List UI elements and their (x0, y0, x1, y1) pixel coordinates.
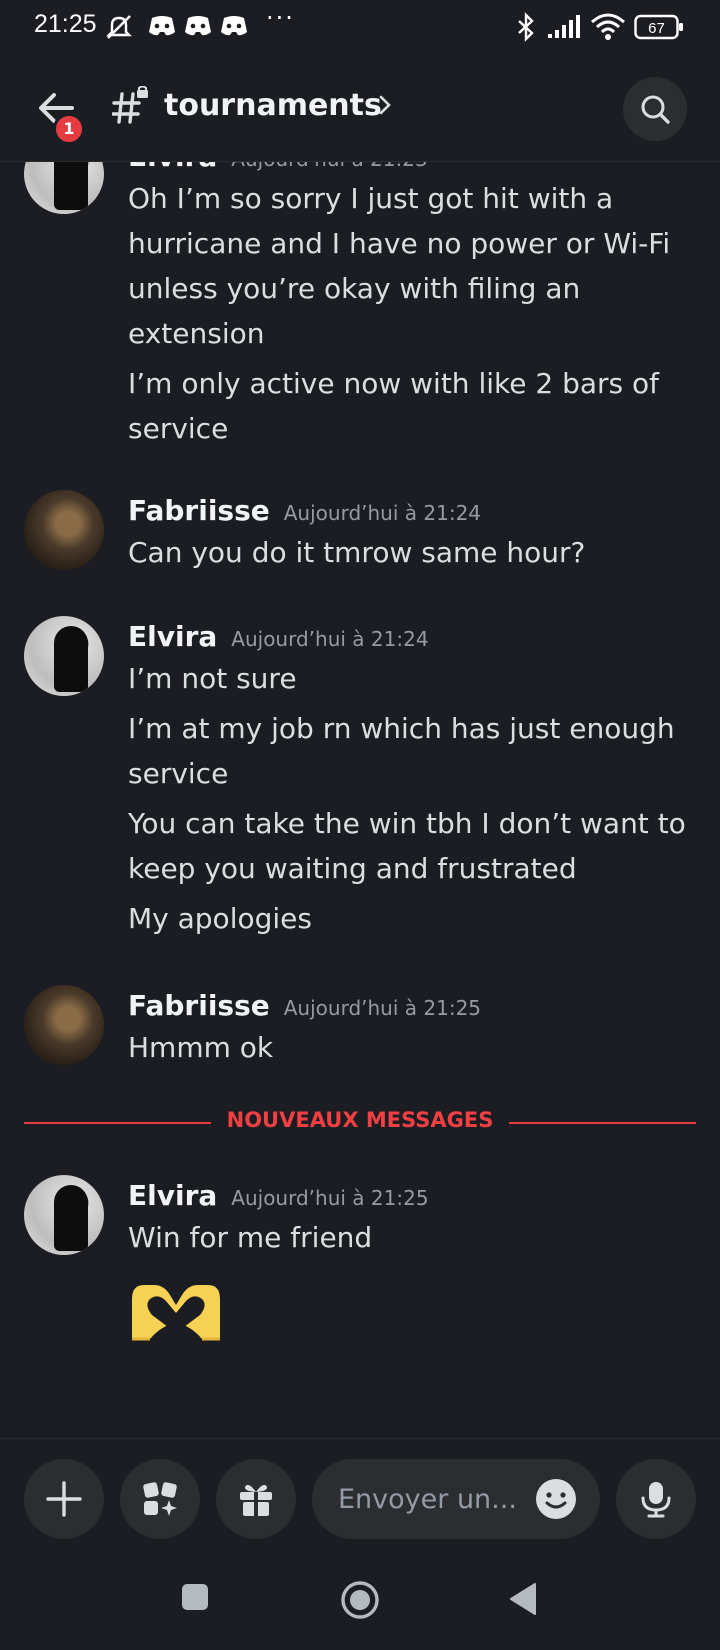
wifi-icon (590, 12, 626, 46)
chevron-right-icon[interactable] (378, 94, 392, 120)
channel-name[interactable]: tournaments (164, 88, 382, 123)
square-icon (182, 1584, 208, 1610)
message-text[interactable]: Hmmm ok (128, 1025, 688, 1070)
discord-notification-icon (184, 14, 212, 42)
message-text[interactable]: Win for me friend (128, 1215, 688, 1260)
author-name[interactable]: Elvira (128, 620, 217, 653)
channel-header: 1 tournaments (0, 56, 720, 162)
emoji-icon (536, 1479, 576, 1519)
message-body: Can you do it tmrow same hour? (128, 530, 688, 580)
triangle-back-icon (510, 1583, 536, 1615)
avatar[interactable] (24, 162, 104, 214)
avatar[interactable] (24, 985, 104, 1065)
message-text[interactable]: Oh I’m so sorry I just got hit with a hu… (128, 176, 688, 356)
signal-icon (546, 14, 582, 44)
add-attachment-button[interactable] (24, 1459, 104, 1539)
message-header: Fabriisse Aujourd’hui à 21:25 (128, 989, 481, 1022)
home-button[interactable] (340, 1580, 380, 1624)
message-text[interactable]: I’m only active now with like 2 bars of … (128, 361, 688, 451)
new-messages-divider: NOUVEAUX MESSAGES (24, 1108, 696, 1138)
back-nav-button[interactable] (508, 1582, 538, 1620)
message-header: Elvira Aujourd'hui à 21:23 (128, 162, 428, 173)
message-timestamp: Aujourd’hui à 21:24 (283, 501, 482, 525)
apps-button[interactable] (120, 1459, 200, 1539)
message-text[interactable]: My apologies (128, 896, 688, 941)
message-body: Win for me friend (128, 1215, 688, 1265)
microphone-icon (641, 1482, 671, 1518)
gift-button[interactable] (216, 1459, 296, 1539)
message-text[interactable]: I’m at my job rn which has just enough s… (128, 706, 688, 796)
author-name[interactable]: Elvira (128, 1179, 217, 1212)
more-notifications: ··· (266, 4, 295, 32)
gift-icon (240, 1484, 272, 1516)
search-icon (641, 95, 670, 124)
battery-icon: 67 (634, 14, 684, 44)
circle-icon (341, 1581, 379, 1619)
message-timestamp: Aujourd’hui à 21:25 (231, 1186, 429, 1210)
message-header: Fabriisse Aujourd’hui à 21:24 (128, 494, 481, 527)
bluetooth-icon (516, 12, 536, 46)
message-composer (0, 1438, 720, 1556)
message-timestamp: Aujourd’hui à 21:24 (231, 627, 429, 651)
message-header: Elvira Aujourd’hui à 21:25 (128, 1179, 429, 1212)
avatar[interactable] (24, 490, 104, 570)
message-text[interactable]: I’m not sure (128, 656, 688, 701)
author-name[interactable]: Fabriisse (128, 989, 270, 1022)
message-text[interactable]: You can take the win tbh I don’t want to… (128, 801, 688, 891)
plus-icon (46, 1481, 82, 1517)
hash-lock-icon (111, 85, 150, 126)
message-input[interactable] (338, 1481, 528, 1517)
discord-notification-icon (148, 14, 176, 42)
author-name[interactable]: Elvira (128, 162, 217, 173)
search-button[interactable] (623, 77, 687, 141)
message-list[interactable]: Elvira Aujourd'hui à 21:23 Oh I’m so sorr… (0, 162, 720, 1438)
status-bar: 21:25 ··· 67 (0, 0, 720, 56)
apps-icon (143, 1482, 177, 1516)
new-messages-label: NOUVEAUX MESSAGES (210, 1108, 510, 1132)
mute-icon (104, 12, 134, 46)
status-time: 21:25 (34, 10, 97, 38)
message-text[interactable]: Can you do it tmrow same hour? (128, 530, 688, 575)
emoji-button[interactable] (534, 1477, 578, 1521)
message-body: Oh I’m so sorry I just got hit with a hu… (128, 176, 688, 456)
system-nav-bar (0, 1556, 720, 1650)
message-body: I’m not sure I’m at my job rn which has … (128, 656, 688, 946)
avatar[interactable] (24, 616, 104, 696)
discord-notification-icon (220, 14, 248, 42)
message-input-wrapper (312, 1459, 600, 1539)
message-timestamp: Aujourd’hui à 21:25 (283, 996, 482, 1020)
message-header: Elvira Aujourd’hui à 21:24 (128, 620, 429, 653)
recents-button[interactable] (180, 1582, 210, 1616)
message-timestamp: Aujourd'hui à 21:23 (231, 162, 427, 171)
author-name[interactable]: Fabriisse (128, 494, 270, 527)
avatar[interactable] (24, 1175, 104, 1255)
notification-badge: 1 (53, 113, 85, 145)
message-body: Hmmm ok (128, 1025, 688, 1075)
battery-level: 67 (648, 20, 665, 37)
voice-message-button[interactable] (616, 1459, 696, 1539)
heart-hands-emoji[interactable] (128, 1279, 224, 1343)
